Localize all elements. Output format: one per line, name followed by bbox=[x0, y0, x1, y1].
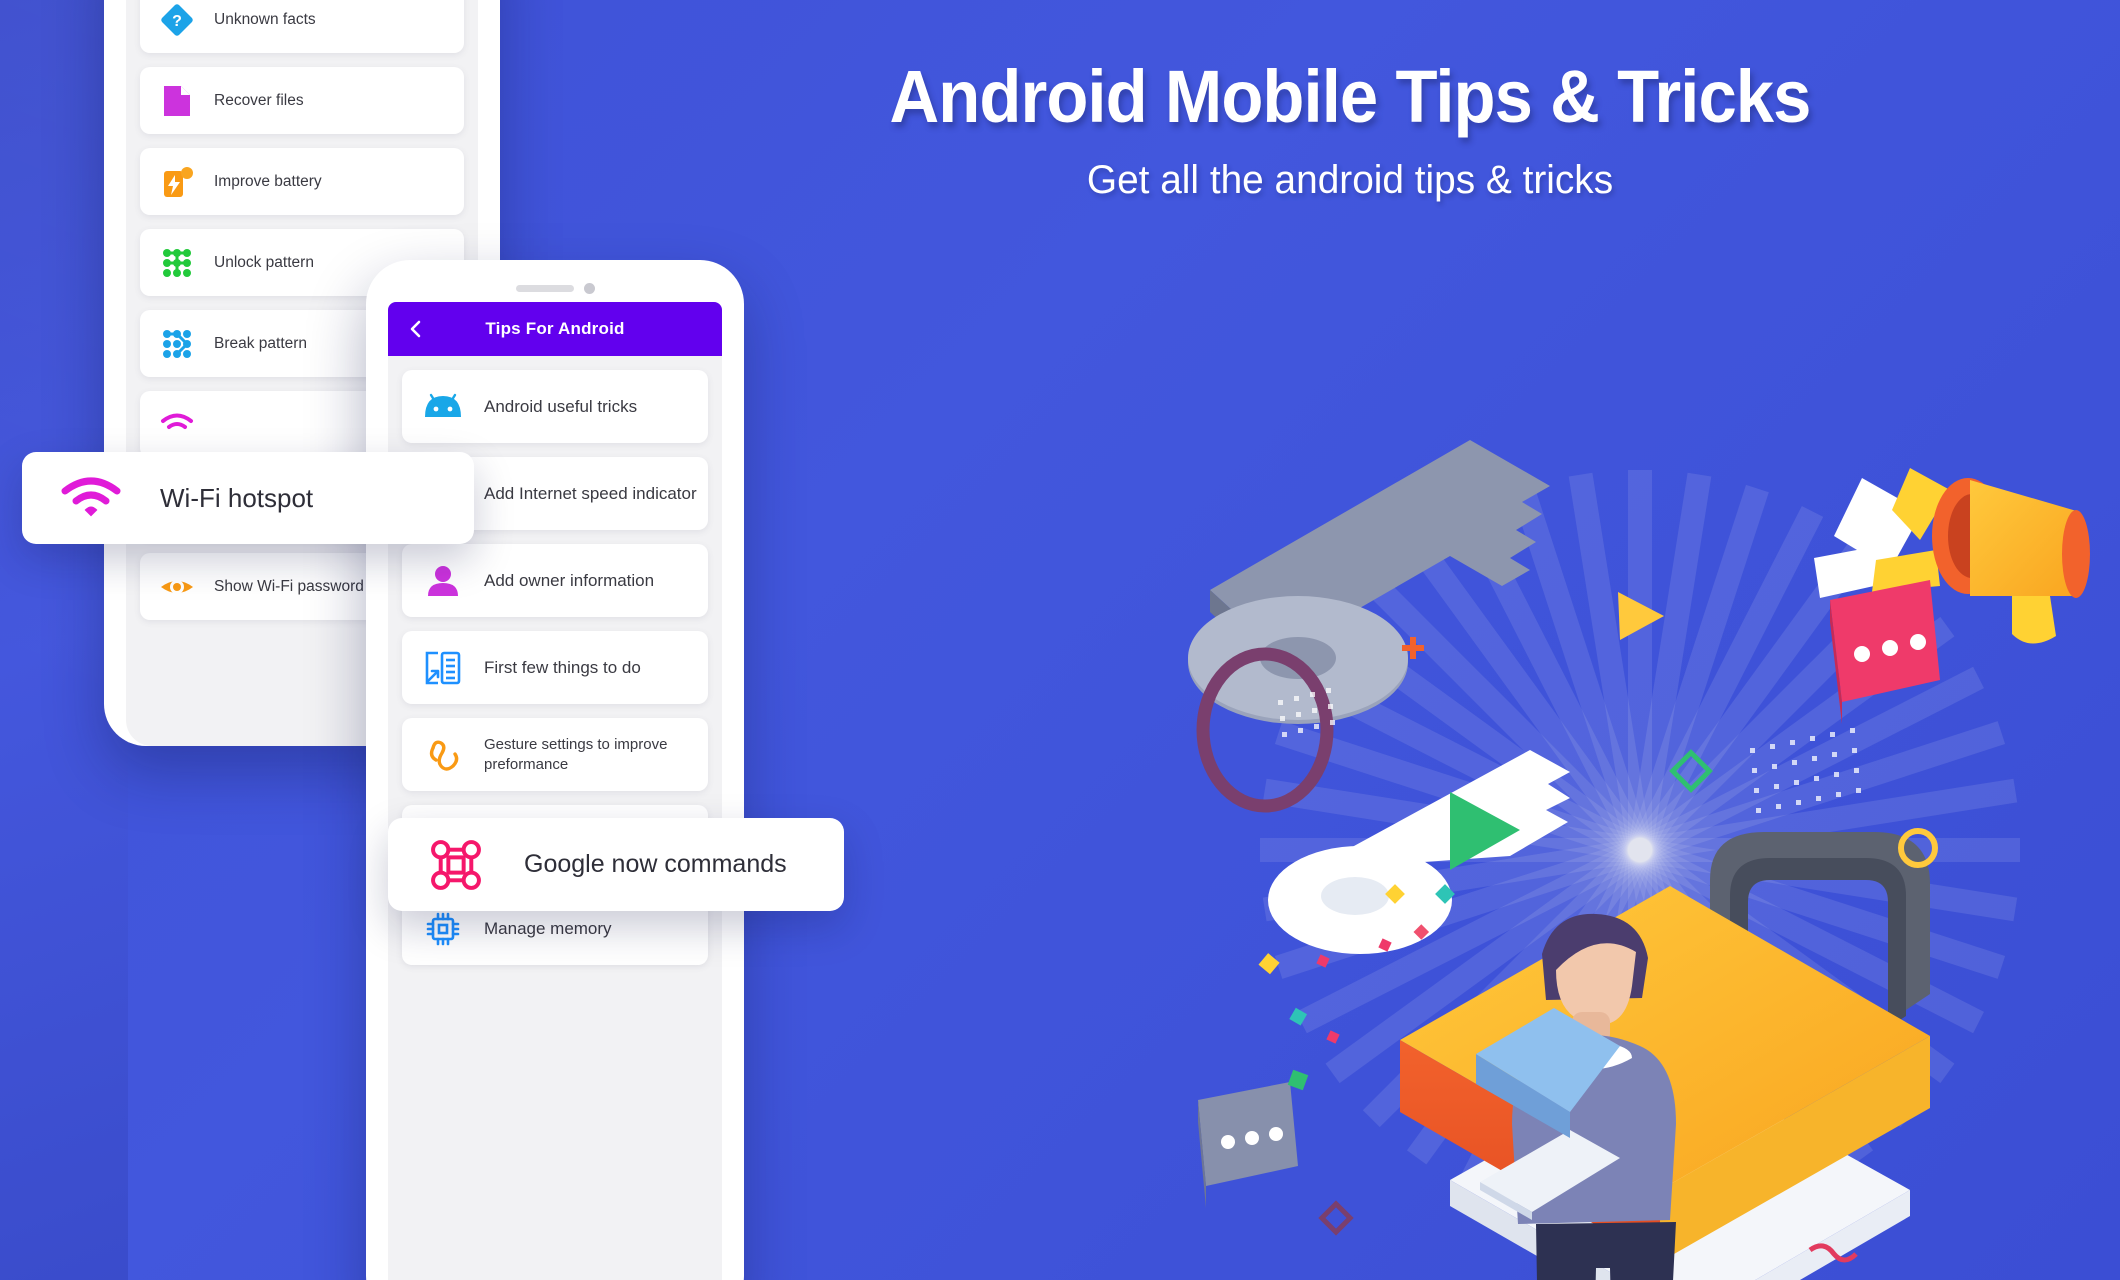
list-item-label: Improve battery bbox=[214, 172, 322, 190]
illustration-svg bbox=[1188, 440, 2090, 1280]
page-subtitle: Get all the android tips & tricks bbox=[1086, 157, 1614, 202]
floating-card-label: Wi-Fi hotspot bbox=[160, 482, 314, 513]
list-item[interactable]: Add owner information bbox=[402, 544, 708, 617]
list-item-label: Unlock pattern bbox=[214, 253, 314, 271]
list-item[interactable]: Gesture settings to improve preformance bbox=[402, 718, 708, 791]
wifi-icon bbox=[22, 476, 160, 520]
bubble-dot bbox=[1245, 1131, 1259, 1145]
megaphone-handle bbox=[2012, 596, 2056, 644]
phone-front-appbar: Tips For Android bbox=[388, 302, 722, 356]
phone-front-title: Tips For Android bbox=[485, 319, 625, 338]
phone-mockup-tips-for-android: Tips For Android Android useful tricks A… bbox=[366, 260, 744, 1280]
list-item-label: Add owner information bbox=[484, 570, 655, 590]
phone-front-screen: Tips For Android Android useful tricks A… bbox=[388, 302, 722, 1280]
list-item-label: Show Wi-Fi password bbox=[214, 577, 364, 595]
wifi-icon bbox=[140, 412, 214, 438]
list-item[interactable]: ? Unknown facts bbox=[140, 0, 464, 53]
list-item[interactable]: First few things to do bbox=[402, 631, 708, 704]
white-key-hole bbox=[1321, 877, 1389, 915]
battery-bolt-icon bbox=[140, 165, 214, 199]
eye-icon bbox=[140, 574, 214, 600]
pattern-path-icon bbox=[140, 328, 214, 360]
list-item-label: First few things to do bbox=[484, 657, 641, 677]
list-item[interactable]: Improve battery bbox=[140, 148, 464, 215]
android-robot-icon bbox=[402, 393, 484, 421]
isometric-security-illustration bbox=[1150, 400, 2120, 1280]
list-item-label: Manage memory bbox=[484, 918, 612, 938]
list-item-label: Android useful tricks bbox=[484, 396, 638, 416]
list-item[interactable]: Android useful tricks bbox=[402, 370, 708, 443]
list-item-label: Break pattern bbox=[214, 334, 308, 352]
megaphone-back bbox=[2062, 510, 2090, 598]
hero-text-block: Android Mobile Tips & Tricks Get all the… bbox=[620, 58, 2080, 203]
pattern-grid-icon bbox=[140, 247, 214, 279]
yellow-triangle-icon bbox=[1618, 592, 1664, 640]
bubble-dot bbox=[1854, 646, 1870, 662]
memory-chip-icon bbox=[402, 912, 484, 946]
phone-front-notch bbox=[366, 274, 744, 302]
list-item-label: Unknown facts bbox=[214, 10, 316, 28]
file-document-icon bbox=[140, 84, 214, 118]
bubble-dot bbox=[1221, 1135, 1235, 1149]
bubble-dot bbox=[1910, 634, 1926, 650]
list-item-label: Gesture settings to improve preformance bbox=[484, 736, 668, 773]
question-diamond-icon: ? bbox=[140, 3, 214, 37]
gesture-swirl-icon bbox=[402, 738, 484, 772]
speaker-grill bbox=[515, 284, 574, 292]
list-item[interactable]: Recover files bbox=[140, 67, 464, 134]
floating-card-label: Google now commands bbox=[524, 850, 787, 878]
page-title: Android Mobile Tips & Tricks bbox=[889, 55, 1811, 138]
front-camera bbox=[583, 282, 595, 294]
chat-bubble-grey-icon bbox=[1198, 1082, 1298, 1208]
bubble-dot bbox=[1882, 640, 1898, 656]
svg-text:?: ? bbox=[172, 13, 182, 30]
list-item-label bbox=[214, 415, 228, 435]
key-icon bbox=[1188, 440, 1550, 813]
floating-card-google-now-commands[interactable]: Google now commands bbox=[388, 818, 844, 911]
chat-bubble-pink-icon bbox=[1830, 580, 1940, 724]
floating-card-wifi-hotspot[interactable]: Wi-Fi hotspot bbox=[22, 452, 474, 544]
command-icon bbox=[388, 839, 524, 891]
document-arrow-icon bbox=[402, 651, 484, 685]
list-item-label: Recover files bbox=[214, 91, 304, 109]
person-icon bbox=[402, 565, 484, 597]
list-item-label: Add Internet speed indicator bbox=[484, 483, 697, 503]
bubble-dot bbox=[1269, 1127, 1283, 1141]
